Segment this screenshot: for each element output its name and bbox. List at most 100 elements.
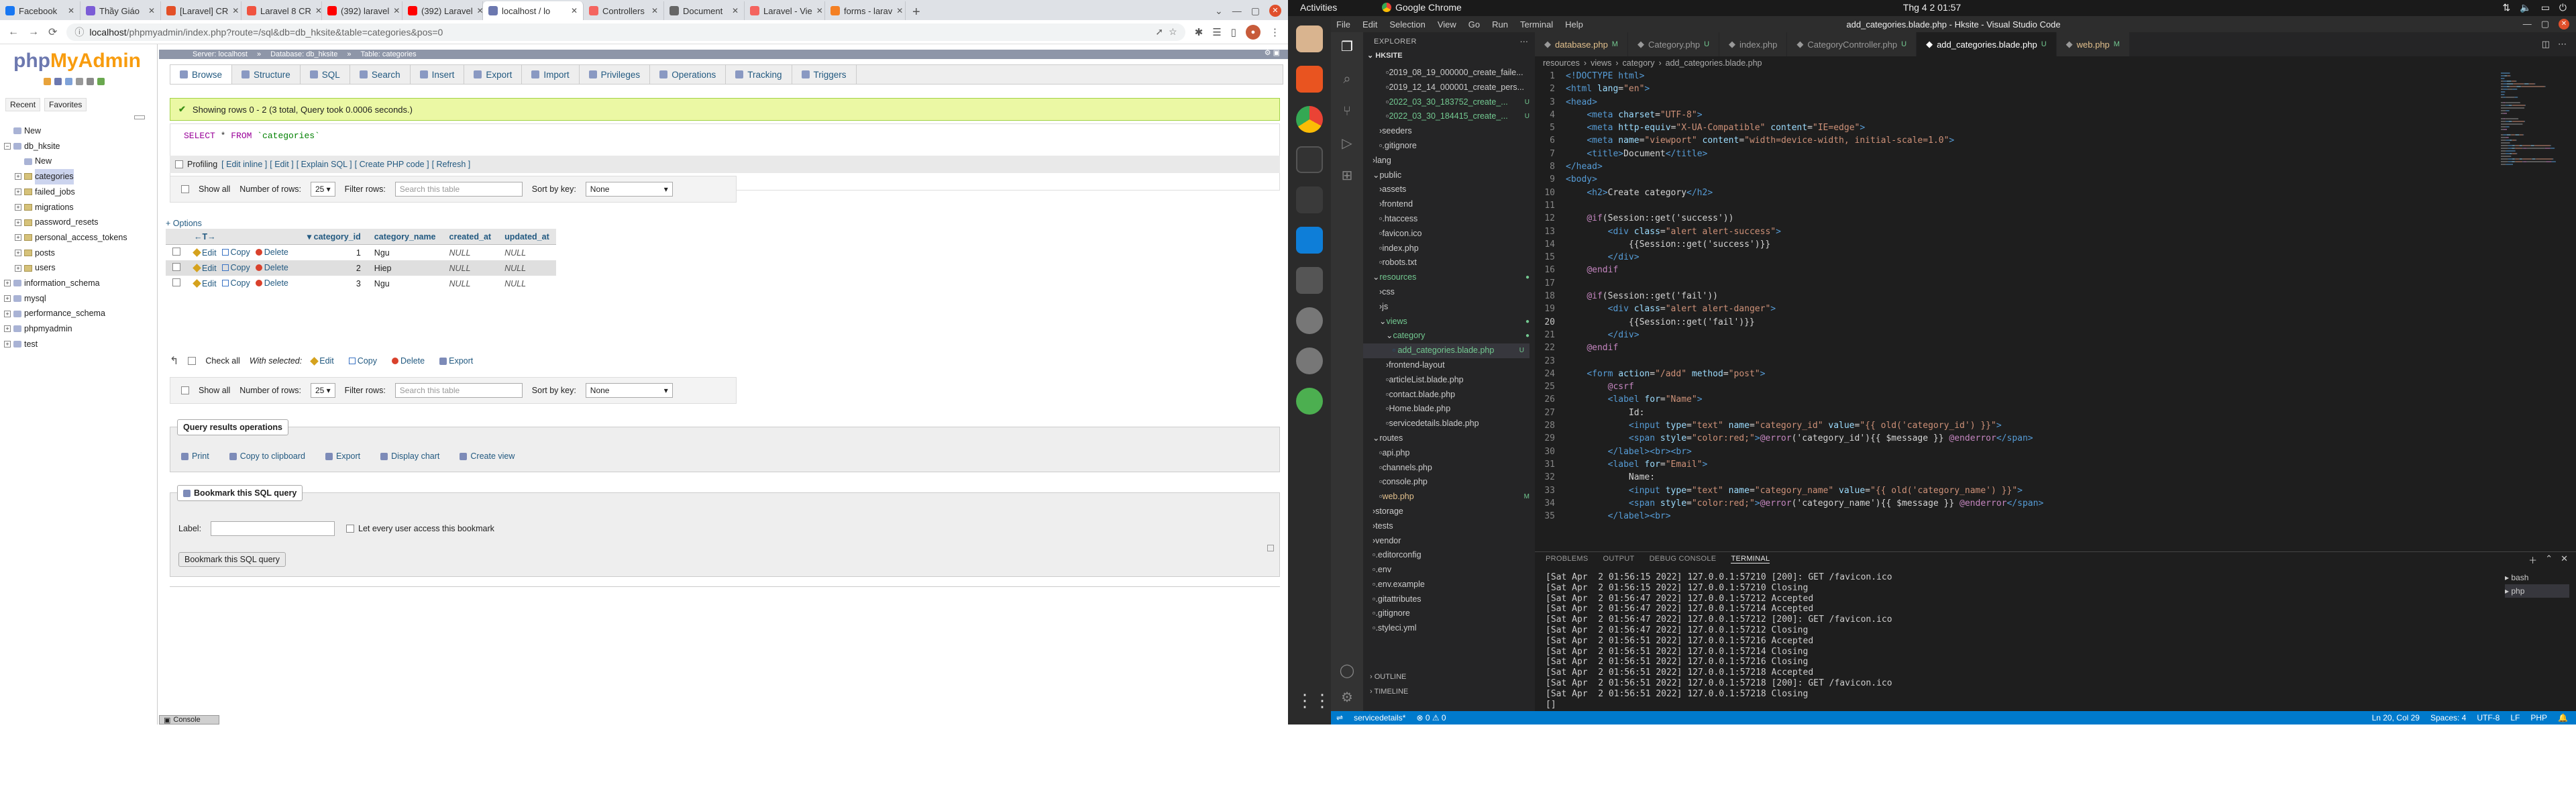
cell-category-id[interactable]: 3: [300, 276, 368, 291]
filter-input-bottom[interactable]: Search this table: [394, 383, 523, 398]
docs-icon[interactable]: [76, 78, 83, 85]
chrome-dock-icon[interactable]: [1296, 106, 1323, 133]
app-icon-2[interactable]: [1296, 267, 1323, 294]
status-right-item[interactable]: Spaces: 4: [2430, 713, 2466, 722]
close-panel-icon[interactable]: ✕: [2561, 553, 2568, 566]
collapse-all-icon[interactable]: [134, 115, 145, 119]
row-checkbox[interactable]: [172, 248, 180, 256]
chrome-tab[interactable]: Facebook ✕: [0, 1, 80, 20]
file-item[interactable]: ▫ robots.txt: [1363, 256, 1535, 270]
options-link[interactable]: + Options: [166, 219, 202, 228]
editor-tab[interactable]: ◆ CategoryController.php U: [1787, 32, 1917, 56]
breadcrumb-item[interactable]: views: [1591, 58, 1611, 68]
row-copy-button[interactable]: Copy: [221, 248, 250, 257]
help-icon[interactable]: [65, 78, 72, 85]
new-terminal-icon[interactable]: ＋: [2528, 553, 2537, 566]
extensions-icon[interactable]: ⊞: [1339, 168, 1355, 184]
maximize-icon[interactable]: ▢: [2541, 19, 2549, 30]
sort-select[interactable]: None ▾: [585, 182, 673, 197]
editor-tab[interactable]: ◆ Category.php U: [1627, 32, 1720, 56]
file-item[interactable]: ▫ 2022_03_30_184415_create_... U: [1363, 109, 1535, 124]
chrome-tab[interactable]: Laravel 8 CR ✕: [241, 1, 322, 20]
tab-search[interactable]: Search: [350, 65, 411, 84]
maximize-icon[interactable]: ▢: [1251, 5, 1260, 17]
db-node[interactable]: − db_hksite: [4, 139, 127, 154]
bookmark-star-icon[interactable]: ☆: [1169, 26, 1177, 38]
table-node[interactable]: + categories: [4, 169, 127, 184]
check-all-checkbox[interactable]: [188, 357, 197, 365]
cell-category-name[interactable]: Ngu: [367, 244, 443, 260]
tab-search-icon[interactable]: ⌄: [1215, 5, 1223, 17]
bookmark-label-input[interactable]: [211, 521, 335, 536]
account-icon[interactable]: ◯: [1339, 663, 1355, 679]
editor-tab[interactable]: ◆ add_categories.blade.php U: [1917, 32, 2057, 56]
system-tray[interactable]: ⇅ 🔈 ▭ ⏻: [2503, 2, 2567, 13]
split-editor-icon[interactable]: ◫: [2542, 39, 2550, 50]
search-icon[interactable]: ⌕: [1339, 71, 1355, 87]
folder-item[interactable]: › frontend-layout: [1363, 358, 1535, 373]
bulk-export-button[interactable]: Export: [439, 356, 473, 366]
row-delete-button[interactable]: Delete: [255, 263, 288, 272]
breadcrumb-item[interactable]: category: [1623, 58, 1655, 68]
share-icon[interactable]: ➚: [1155, 26, 1163, 38]
row-edit-button[interactable]: Edit: [193, 279, 217, 288]
more-actions-icon[interactable]: ⋯: [2558, 39, 2567, 50]
tab-insert[interactable]: Insert: [411, 65, 465, 84]
profile-avatar[interactable]: ●: [1246, 24, 1260, 40]
cell-category-name[interactable]: Hiep: [367, 260, 443, 276]
cell-category-id[interactable]: 2: [300, 260, 368, 276]
editor-tab[interactable]: ◆ web.php M: [2056, 32, 2130, 56]
chrome-tab[interactable]: Document ✕: [664, 1, 745, 20]
chrome-tab[interactable]: Thầy Giáo ✕: [80, 1, 161, 20]
settings-icon[interactable]: [87, 78, 94, 85]
folder-item[interactable]: ⌄ public: [1363, 168, 1535, 183]
cell-updated-at[interactable]: NULL: [498, 276, 556, 291]
reading-list-icon[interactable]: ☰: [1212, 26, 1221, 38]
address-bar[interactable]: ⓘ localhost/phpmyadmin/index.php?route=/…: [66, 23, 1185, 41]
vscode-dock-icon[interactable]: [1296, 227, 1323, 254]
close-icon[interactable]: ✕: [1269, 5, 1281, 17]
software-center-icon[interactable]: [1296, 66, 1323, 93]
qro-create-view[interactable]: Create view: [460, 451, 515, 461]
breadcrumb-item[interactable]: Database: db_hksite: [270, 50, 337, 58]
files-icon[interactable]: [1296, 25, 1323, 52]
status-right-item[interactable]: Ln 20, Col 29: [2372, 713, 2420, 722]
app-icon[interactable]: [1296, 186, 1323, 213]
qro-print[interactable]: Print: [181, 451, 209, 461]
folder-item[interactable]: › storage: [1363, 504, 1535, 519]
page-settings-icon[interactable]: [1267, 545, 1274, 551]
reload-icon[interactable]: ⟳: [48, 25, 57, 39]
section-timeline[interactable]: › TIMELINE: [1370, 684, 1535, 699]
tab-close-icon[interactable]: ✕: [896, 6, 903, 15]
extensions-icon[interactable]: ✱: [1195, 26, 1203, 38]
breadcrumb-item[interactable]: add_categories.blade.php: [1666, 58, 1762, 68]
cell-category-name[interactable]: Ngu: [367, 276, 443, 291]
row-checkbox[interactable]: [172, 263, 180, 271]
bookmark-submit-button[interactable]: Bookmark this SQL query: [178, 552, 286, 567]
column-nav-header[interactable]: ←T→: [187, 229, 301, 245]
minimize-icon[interactable]: —: [1232, 5, 1242, 16]
chrome-tab[interactable]: forms - larav ✕: [825, 1, 906, 20]
tab-close-icon[interactable]: ✕: [68, 6, 74, 15]
expand-toggle-icon[interactable]: +: [4, 310, 11, 317]
chrome-menu-icon[interactable]: ⋮: [1270, 26, 1280, 38]
file-item[interactable]: ▫ .gitignore: [1363, 606, 1535, 621]
chrome-tab[interactable]: Controllers ✕: [584, 1, 664, 20]
row-delete-button[interactable]: Delete: [255, 248, 288, 257]
cell-created-at[interactable]: NULL: [442, 276, 498, 291]
profiling-link[interactable]: [ Explain SQL ]: [297, 160, 352, 169]
sort-select-bottom[interactable]: None ▾: [585, 383, 673, 398]
panel-tab-problems[interactable]: PROBLEMS: [1546, 555, 1589, 564]
activities-button[interactable]: Activities: [1300, 2, 1337, 13]
breadcrumb-item[interactable]: resources: [1543, 58, 1580, 68]
column-header[interactable]: ▾ category_id: [300, 229, 368, 245]
file-item[interactable]: ▫ add_categories.blade.php U: [1363, 343, 1529, 358]
rows-select[interactable]: 25 ▾: [310, 182, 335, 197]
tab-browse[interactable]: Browse: [170, 65, 233, 84]
folder-item[interactable]: › seeders: [1363, 124, 1535, 139]
expand-toggle-icon[interactable]: +: [15, 203, 21, 211]
close-icon[interactable]: ✕: [2559, 19, 2569, 30]
file-item[interactable]: ▫ .gitignore: [1363, 139, 1535, 154]
db-node[interactable]: + test: [4, 337, 127, 352]
editor-tab[interactable]: ◆ index.php: [1719, 32, 1788, 56]
